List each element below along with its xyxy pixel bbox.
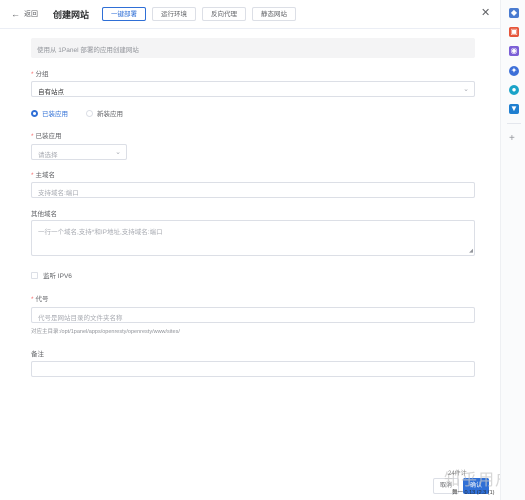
resize-handle-icon[interactable]: ◢ [469, 249, 473, 254]
page-title: 创建网站 [53, 10, 90, 20]
close-icon[interactable]: ✕ [481, 6, 490, 20]
primary-domain-placeholder: 支持域名:端口 [38, 190, 79, 197]
back-button[interactable]: ← 返回 [11, 9, 38, 19]
back-label: 返回 [24, 11, 38, 18]
type-tabs: 一键部署 运行环境 反向代理 静态网站 [102, 7, 296, 21]
radio-dot-icon [31, 109, 38, 117]
remark-input[interactable] [31, 361, 475, 377]
primary-domain-label: * 主域名 [31, 172, 56, 179]
tag-icon[interactable]: ◆ [509, 8, 519, 18]
plus-icon[interactable]: + [509, 134, 515, 144]
info-alert-text: 使用从 1Panel 部署的应用创建网站 [37, 47, 139, 54]
other-domains-textarea[interactable]: 一行一个域名,支持*和IP地址,支持域名:端口 ◢ [31, 220, 475, 256]
group-label: * 分组 [31, 71, 49, 78]
radio-dot-icon [86, 109, 93, 117]
gamepad-icon[interactable]: ◉ [509, 46, 519, 56]
radio-new-app[interactable]: 新装应用 [86, 108, 123, 118]
watermark-line2: 舞一 0.13 (2.3 (1) [452, 490, 495, 496]
right-toolbar: ◆ ▣ ◉ ✦ ● ▼ + [500, 0, 525, 500]
chevron-down-icon: ⌄ [115, 149, 121, 156]
installed-app-label: * 已装应用 [31, 133, 62, 140]
ipv6-checkbox[interactable]: 监听 IPV6 [31, 270, 72, 280]
tab-runtime[interactable]: 运行环境 [152, 7, 196, 21]
installed-app-placeholder: 请选择 [38, 152, 58, 159]
other-domains-label: 其他域名 [31, 211, 57, 218]
bird-icon[interactable]: ▼ [509, 104, 519, 114]
other-domains-placeholder: 一行一个域名,支持*和IP地址,支持域名:端口 [38, 229, 163, 236]
chat-icon[interactable]: ● [509, 85, 519, 95]
tab-reverse-proxy[interactable]: 反向代理 [202, 7, 246, 21]
tab-static-site[interactable]: 静态网站 [252, 7, 296, 21]
watermark-line1: 24件计 [448, 471, 467, 477]
tab-one-click-deploy[interactable]: 一键部署 [102, 7, 146, 21]
alias-label: * 代号 [31, 296, 49, 303]
group-select-value: 自有站点 [38, 89, 64, 96]
installed-app-select[interactable]: 请选择 ⌄ [31, 144, 127, 160]
alias-placeholder: 代号是网站目录的文件夹名称 [38, 315, 123, 322]
toolbar-divider [507, 123, 521, 124]
chevron-down-icon: ⌄ [463, 86, 469, 93]
gear-icon[interactable]: ✦ [509, 66, 519, 76]
primary-domain-input[interactable]: 支持域名:端口 [31, 182, 475, 198]
drawer-header: ← 返回 创建网站 一键部署 运行环境 反向代理 静态网站 ✕ [0, 0, 500, 29]
checkbox-icon [31, 271, 38, 279]
arrow-left-icon: ← [11, 8, 20, 19]
ipv6-label: 监听 IPV6 [43, 273, 72, 280]
radio-installed-app[interactable]: 已装应用 [31, 108, 68, 118]
group-select[interactable]: 自有站点 ⌄ [31, 81, 475, 97]
toolbox-icon[interactable]: ▣ [509, 27, 519, 37]
info-alert: 使用从 1Panel 部署的应用创建网站 [31, 38, 475, 58]
alias-input[interactable]: 代号是网站目录的文件夹名称 [31, 307, 475, 323]
remark-label: 备注 [31, 351, 44, 358]
alias-hint: 对应主目录:/opt/1panel/apps/openresty/openres… [31, 329, 180, 335]
create-website-drawer: ← 返回 创建网站 一键部署 运行环境 反向代理 静态网站 ✕ 使用从 1Pan… [0, 0, 525, 500]
app-source-radio-group: 已装应用 新装应用 [31, 108, 123, 118]
